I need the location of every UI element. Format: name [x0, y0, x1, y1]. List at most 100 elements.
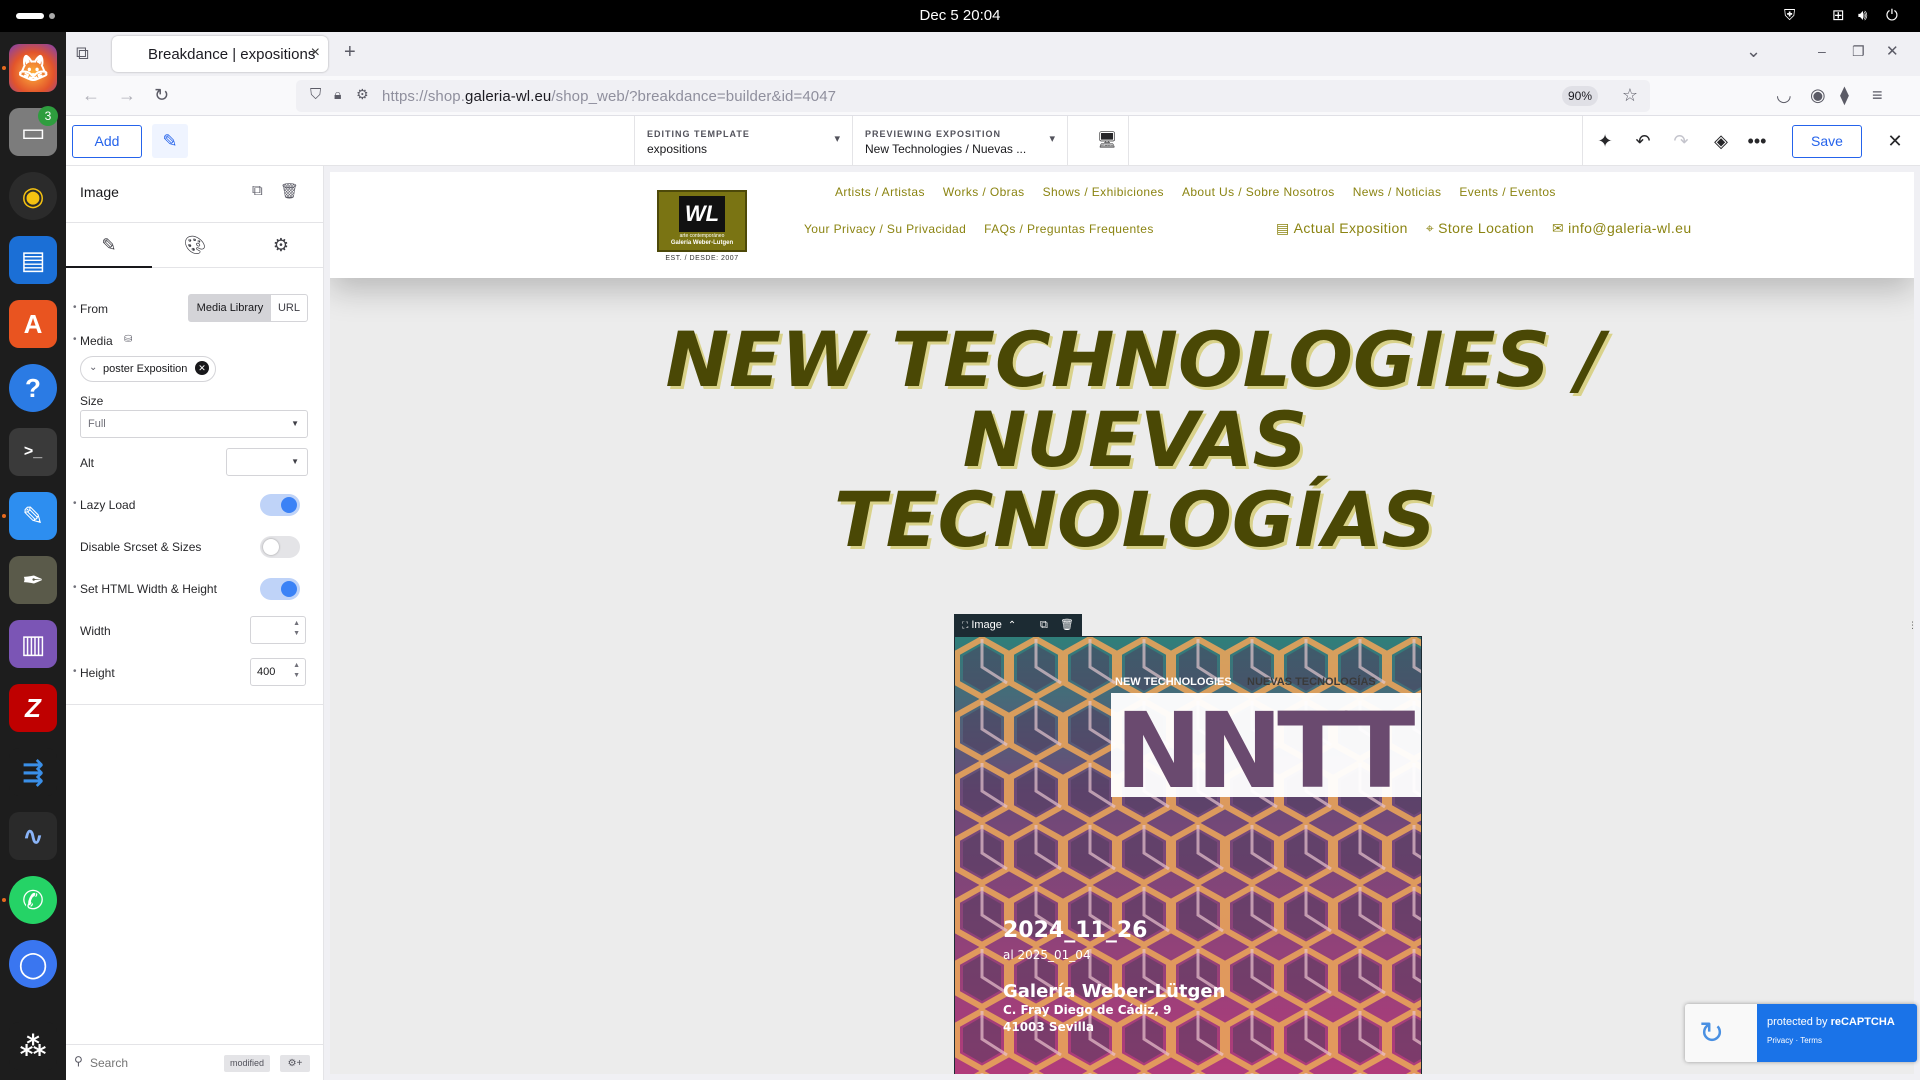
settings-add-icon[interactable]: ⚙+	[280, 1055, 310, 1072]
account-icon[interactable]: ◉	[1810, 85, 1826, 106]
gimp-icon[interactable]: ✒	[9, 556, 57, 604]
set-html-width-height-toggle[interactable]	[260, 578, 300, 600]
nav-events[interactable]: Events / Eventos	[1459, 185, 1555, 199]
width-input[interactable]: ▲ ▼	[250, 616, 306, 644]
bookmark-star-icon[interactable]: ☆	[1622, 85, 1638, 106]
permissions-icon[interactable]: ⚙	[356, 86, 369, 103]
media-chip[interactable]: ⌄ poster Exposition ✕	[80, 356, 216, 382]
layers-icon[interactable]: ◈	[1704, 124, 1738, 158]
height-input[interactable]: 400 ▲ ▼	[250, 658, 306, 686]
system-top-bar: Dec 5 20:04 ⛨ ⊞ 🔊︎ ⏻	[0, 0, 1920, 32]
panel-tabs: ✎ 🎨︎ ⚙	[66, 222, 324, 268]
tab-design-palette-icon[interactable]: 🎨︎	[152, 223, 238, 268]
nav-about[interactable]: About Us / Sobre Nosotros	[1182, 185, 1335, 199]
remmina-icon[interactable]: ⇶	[9, 748, 57, 796]
new-tab-icon[interactable]: +	[344, 41, 356, 64]
lazy-load-toggle[interactable]	[260, 494, 300, 516]
tab-breakdance[interactable]: Breakdance | expositions ×	[112, 36, 328, 72]
maximize-icon[interactable]: ❐	[1852, 43, 1865, 60]
back-icon[interactable]: ←	[82, 85, 100, 106]
list-all-tabs-icon[interactable]: ⌄	[1746, 41, 1761, 62]
notes-icon[interactable]: ▥	[9, 620, 57, 668]
firefox-icon[interactable]: 🦊︎	[9, 44, 57, 92]
disable-srcset-toggle[interactable]	[260, 536, 300, 558]
exposition-poster-image[interactable]: NEW TECHNOLOGIES NUEVAS TECNOLOGÍAS NNTT…	[954, 636, 1422, 1074]
nav-news[interactable]: News / Noticias	[1353, 185, 1442, 199]
delete-icon[interactable]: 🗑︎	[1060, 614, 1074, 636]
chevron-up-icon[interactable]: ⌃	[1008, 620, 1016, 631]
menu-icon[interactable]: ≡	[1872, 85, 1883, 106]
alt-select[interactable]: ▼	[226, 448, 308, 476]
remove-media-icon[interactable]: ✕	[195, 361, 209, 375]
nav-faqs[interactable]: FAQs / Preguntas Frequentes	[984, 222, 1154, 236]
recaptcha-links[interactable]: Privacy · Terms	[1767, 1036, 1822, 1045]
add-element-button[interactable]: Add	[72, 125, 142, 158]
save-button[interactable]: Save	[1792, 125, 1862, 158]
software-center-icon[interactable]: A	[9, 300, 57, 348]
edit-pencil-icon[interactable]: ✎	[152, 124, 188, 158]
terminal-icon[interactable]: >_	[9, 428, 57, 476]
chevron-down-icon[interactable]: ⌄	[89, 356, 97, 380]
extensions-icon[interactable]: ⧫	[1840, 85, 1849, 106]
resize-handle-icon[interactable]: ⋮	[1908, 620, 1914, 634]
show-apps-icon[interactable]: ⁂	[9, 1022, 57, 1070]
firefox-view-icon[interactable]: ⧉	[76, 43, 89, 64]
signal-icon[interactable]: ◯	[9, 940, 57, 988]
nav-store-location[interactable]: Store Location	[1438, 220, 1534, 237]
lock-icon[interactable]: 🔒︎	[334, 86, 341, 103]
tab-content-pencil-icon[interactable]: ✎	[66, 223, 152, 268]
nav-shows[interactable]: Shows / Exhibiciones	[1043, 185, 1164, 199]
desktop-preview-icon[interactable]: 🖥︎	[1090, 124, 1124, 158]
power-icon[interactable]: ⏻	[1886, 0, 1898, 32]
close-icon[interactable]: ×	[311, 44, 320, 62]
tracking-shield-icon[interactable]: ⛉	[310, 86, 321, 103]
pocket-icon[interactable]: ◡	[1776, 85, 1792, 106]
whatsapp-icon[interactable]: ✆	[9, 876, 57, 924]
gallery-logo[interactable]: WL arte contemporáneo Galería Weber-Lutg…	[657, 190, 747, 252]
shield-icon[interactable]: ⛨	[1784, 0, 1795, 32]
system-clock[interactable]: Dec 5 20:04	[0, 0, 1920, 32]
stepper-arrows-icon[interactable]: ▲ ▼	[293, 661, 300, 681]
writer-icon[interactable]: ▤	[9, 236, 57, 284]
volume-icon[interactable]: 🔊︎	[1858, 0, 1867, 32]
duplicate-icon[interactable]: ⧉	[1040, 614, 1048, 636]
from-url-option[interactable]: URL	[271, 295, 307, 321]
stepper-arrows-icon[interactable]: ▲ ▼	[293, 619, 300, 639]
text-editor-icon[interactable]: ✎	[9, 492, 57, 540]
modified-badge[interactable]: modified	[224, 1055, 271, 1072]
nav-works[interactable]: Works / Obras	[943, 185, 1025, 199]
duplicate-icon[interactable]: ⧉	[252, 182, 263, 199]
ai-sparkle-icon[interactable]: ✦	[1588, 124, 1622, 158]
window-close-icon[interactable]: ✕	[1886, 42, 1899, 60]
url-bar[interactable]: ⛉ 🔒︎ ⚙ https://shop.galeria-wl.eu/shop_w…	[296, 80, 1650, 112]
recaptcha-badge[interactable]: ↻ protected by reCAPTCHA Privacy · Terms	[1685, 1004, 1917, 1062]
delete-icon[interactable]: 🗑︎	[280, 182, 299, 200]
previewing-exposition-select[interactable]: PREVIEWING EXPOSITION New Technologies /…	[852, 116, 1068, 166]
undo-icon[interactable]: ↶	[1626, 124, 1660, 158]
filezilla-icon[interactable]: Z	[9, 684, 57, 732]
zoom-level[interactable]: 90%	[1561, 86, 1598, 106]
exposition-title[interactable]: NEW TECHNOLOGIES / NUEVAS TECNOLOGÍAS	[660, 320, 1610, 560]
set-html-width-height-label: Set HTML Width & Height	[80, 582, 217, 596]
poster-artwork: NEW TECHNOLOGIES NUEVAS TECNOLOGÍAS NNTT…	[955, 637, 1421, 1074]
nav-actual-exposition[interactable]: Actual Exposition	[1294, 220, 1408, 237]
reload-icon[interactable]: ↻	[154, 85, 169, 106]
editing-template-select[interactable]: EDITING TEMPLATE expositions ▾	[634, 116, 852, 166]
selected-element-badge[interactable]: ⛶ Image ⌃ ⧉ 🗑︎	[954, 614, 1082, 636]
tab-settings-gear-icon[interactable]: ⚙	[238, 223, 324, 268]
nav-artists[interactable]: Artists / Artistas	[835, 185, 925, 199]
size-select[interactable]: Full ▼	[80, 410, 308, 438]
rhythmbox-icon[interactable]: ◉	[9, 172, 57, 220]
minimize-icon[interactable]: –	[1818, 43, 1826, 59]
nav-privacy[interactable]: Your Privacy / Su Privacidad	[804, 222, 966, 236]
system-monitor-icon[interactable]: ∿	[9, 812, 57, 860]
close-builder-icon[interactable]: ✕	[1878, 124, 1912, 158]
redo-icon[interactable]: ↷	[1664, 124, 1698, 158]
forward-icon[interactable]: →	[118, 85, 136, 106]
network-icon[interactable]: ⊞	[1832, 0, 1845, 32]
nav-email[interactable]: info@galeria-wl.eu	[1568, 220, 1691, 237]
from-media-library-option[interactable]: Media Library	[189, 295, 271, 321]
more-options-icon[interactable]: •••	[1740, 124, 1774, 158]
help-icon[interactable]: ?	[9, 364, 57, 412]
search-input[interactable]	[90, 1053, 210, 1073]
